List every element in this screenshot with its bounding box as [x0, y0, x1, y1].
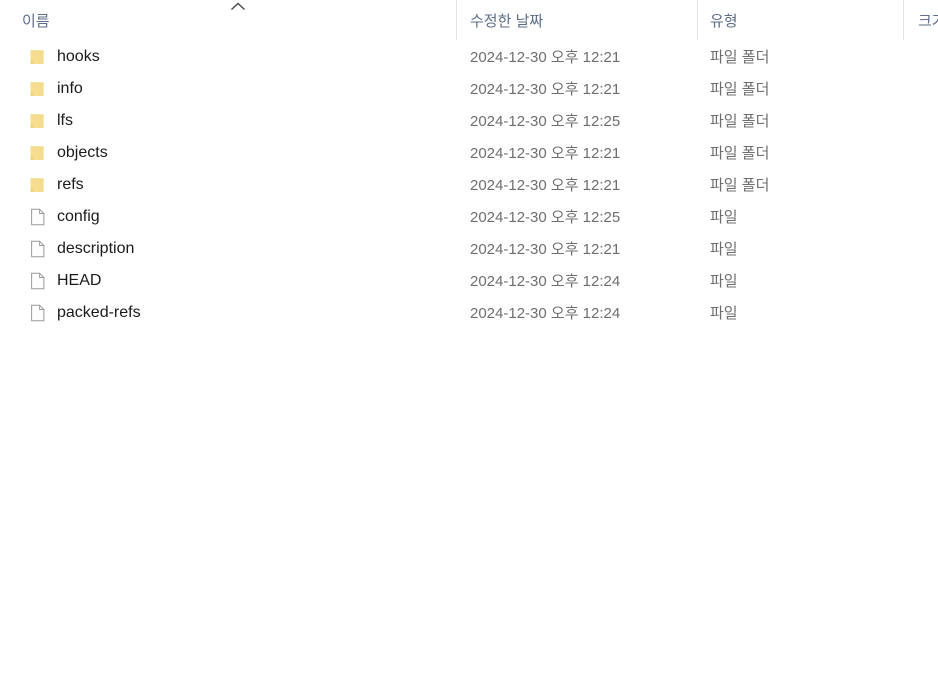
file-name-cell[interactable]: hooks — [29, 41, 449, 73]
file-date-modified-label: 2024-12-30 오후 12:21 — [470, 144, 621, 162]
file-date-modified-label: 2024-12-30 오후 12:21 — [470, 176, 621, 194]
file-type-cell: 파일 폴더 — [710, 73, 895, 105]
file-size-cell — [918, 105, 938, 137]
file-date-modified-label: 2024-12-30 오후 12:24 — [470, 272, 621, 290]
file-row[interactable]: packed-refs 2024-12-30 오후 12:24 파일 — [0, 297, 938, 329]
file-date-modified-label: 2024-12-30 오후 12:21 — [470, 80, 621, 98]
file-name-cell[interactable]: HEAD — [29, 265, 449, 297]
file-date-modified-cell: 2024-12-30 오후 12:21 — [470, 41, 690, 73]
file-type-label: 파일 폴더 — [710, 80, 770, 98]
file-row[interactable]: objects 2024-12-30 오후 12:21 파일 폴더 — [0, 137, 938, 169]
file-type-label: 파일 폴더 — [710, 144, 770, 162]
file-type-cell: 파일 폴더 — [710, 41, 895, 73]
file-type-cell: 파일 — [710, 233, 895, 265]
file-date-modified-cell: 2024-12-30 오후 12:21 — [470, 233, 690, 265]
file-date-modified-cell: 2024-12-30 오후 12:24 — [470, 265, 690, 297]
file-type-label: 파일 — [710, 272, 738, 290]
file-name-label: objects — [57, 144, 108, 161]
file-type-cell: 파일 폴더 — [710, 169, 895, 201]
column-header-size-label: 크기 — [918, 13, 938, 30]
file-name-label: HEAD — [57, 272, 102, 289]
file-name-label: config — [57, 208, 100, 225]
file-size-cell — [918, 201, 938, 233]
column-header-name[interactable]: 이름 — [22, 0, 452, 41]
file-row[interactable]: info 2024-12-30 오후 12:21 파일 폴더 — [0, 73, 938, 105]
file-type-cell: 파일 폴더 — [710, 137, 895, 169]
file-type-label: 파일 폴더 — [710, 48, 770, 66]
file-type-label: 파일 폴더 — [710, 176, 770, 194]
file-name-cell[interactable]: config — [29, 201, 449, 233]
file-name-label: lfs — [57, 112, 73, 129]
file-size-cell — [918, 169, 938, 201]
file-type-cell: 파일 — [710, 265, 895, 297]
column-divider-type-size[interactable] — [903, 0, 904, 40]
file-row[interactable]: config 2024-12-30 오후 12:25 파일 — [0, 201, 938, 233]
column-header-type-label: 유형 — [710, 13, 738, 30]
file-row[interactable]: HEAD 2024-12-30 오후 12:24 파일 — [0, 265, 938, 297]
file-date-modified-label: 2024-12-30 오후 12:21 — [470, 48, 621, 66]
folder-icon — [29, 79, 47, 99]
file-icon — [29, 303, 47, 323]
file-date-modified-cell: 2024-12-30 오후 12:25 — [470, 105, 690, 137]
file-icon — [29, 239, 47, 259]
folder-icon — [29, 143, 47, 163]
file-name-cell[interactable]: lfs — [29, 105, 449, 137]
column-divider-date-type[interactable] — [697, 0, 698, 40]
file-name-cell[interactable]: description — [29, 233, 449, 265]
file-name-cell[interactable]: objects — [29, 137, 449, 169]
file-list: hooks 2024-12-30 오후 12:21 파일 폴더 info 2024-12… — [0, 41, 938, 679]
file-row[interactable]: refs 2024-12-30 오후 12:21 파일 폴더 — [0, 169, 938, 201]
folder-icon — [29, 111, 47, 131]
file-type-cell: 파일 — [710, 297, 895, 329]
file-date-modified-label: 2024-12-30 오후 12:24 — [470, 304, 621, 322]
file-date-modified-label: 2024-12-30 오후 12:25 — [470, 112, 621, 130]
file-name-cell[interactable]: refs — [29, 169, 449, 201]
column-header-date-modified[interactable]: 수정한 날짜 — [470, 0, 692, 41]
file-name-label: info — [57, 80, 83, 97]
file-name-label: refs — [57, 176, 84, 193]
file-size-cell — [918, 297, 938, 329]
file-explorer-details-view: 이름 수정한 날짜 유형 크기 hooks 2024-12-30 오후 12:21… — [0, 0, 938, 679]
file-date-modified-cell: 2024-12-30 오후 12:21 — [470, 137, 690, 169]
file-type-label: 파일 폴더 — [710, 112, 770, 130]
file-type-cell: 파일 — [710, 201, 895, 233]
file-row[interactable]: lfs 2024-12-30 오후 12:25 파일 폴더 — [0, 105, 938, 137]
file-date-modified-label: 2024-12-30 오후 12:25 — [470, 208, 621, 226]
file-type-label: 파일 — [710, 304, 738, 322]
column-divider-name-date[interactable] — [456, 0, 457, 40]
column-header-name-label: 이름 — [22, 13, 50, 30]
file-size-cell — [918, 41, 938, 73]
column-header-date-modified-label: 수정한 날짜 — [470, 13, 544, 30]
file-row[interactable]: description 2024-12-30 오후 12:21 파일 — [0, 233, 938, 265]
file-date-modified-cell: 2024-12-30 오후 12:21 — [470, 169, 690, 201]
file-icon — [29, 271, 47, 291]
file-size-cell — [918, 73, 938, 105]
file-name-label: hooks — [57, 48, 100, 65]
file-size-cell — [918, 265, 938, 297]
file-row[interactable]: hooks 2024-12-30 오후 12:21 파일 폴더 — [0, 41, 938, 73]
folder-icon — [29, 175, 47, 195]
file-name-label: packed-refs — [57, 304, 141, 321]
column-header-type[interactable]: 유형 — [710, 0, 898, 41]
file-name-label: description — [57, 240, 135, 257]
file-date-modified-cell: 2024-12-30 오후 12:24 — [470, 297, 690, 329]
file-date-modified-cell: 2024-12-30 오후 12:21 — [470, 73, 690, 105]
file-type-cell: 파일 폴더 — [710, 105, 895, 137]
file-type-label: 파일 — [710, 240, 738, 258]
file-name-cell[interactable]: packed-refs — [29, 297, 449, 329]
file-date-modified-label: 2024-12-30 오후 12:21 — [470, 240, 621, 258]
file-date-modified-cell: 2024-12-30 오후 12:25 — [470, 201, 690, 233]
column-header-size[interactable]: 크기 — [918, 0, 938, 41]
file-type-label: 파일 — [710, 208, 738, 226]
folder-icon — [29, 47, 47, 67]
file-icon — [29, 207, 47, 227]
column-header-row: 이름 수정한 날짜 유형 크기 — [0, 0, 938, 41]
file-name-cell[interactable]: info — [29, 73, 449, 105]
file-size-cell — [918, 137, 938, 169]
file-size-cell — [918, 233, 938, 265]
